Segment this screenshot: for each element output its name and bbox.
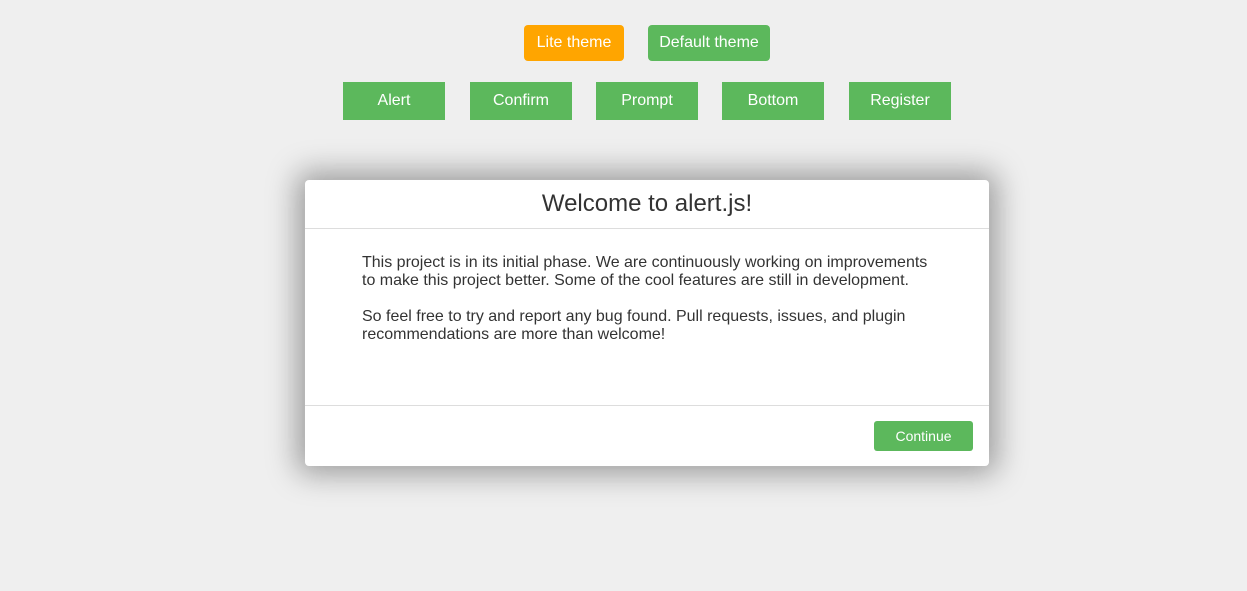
continue-button[interactable]: Continue xyxy=(874,421,973,451)
prompt-button[interactable]: Prompt xyxy=(596,82,698,120)
confirm-button[interactable]: Confirm xyxy=(470,82,572,120)
alert-dialog: Welcome to alert.js! This project is in … xyxy=(305,180,989,466)
register-button[interactable]: Register xyxy=(849,82,951,120)
alert-button[interactable]: Alert xyxy=(343,82,445,120)
lite-theme-button[interactable]: Lite theme xyxy=(524,25,624,61)
dialog-title: Welcome to alert.js! xyxy=(305,180,989,229)
dialog-footer-divider xyxy=(305,405,989,406)
dialog-paragraph-2: So feel free to try and report any bug f… xyxy=(362,308,906,343)
bottom-button[interactable]: Bottom xyxy=(722,82,824,120)
default-theme-button[interactable]: Default theme xyxy=(648,25,770,61)
dialog-paragraph-1: This project is in its initial phase. We… xyxy=(362,254,928,289)
dialog-body: This project is in its initial phase. We… xyxy=(362,254,942,362)
